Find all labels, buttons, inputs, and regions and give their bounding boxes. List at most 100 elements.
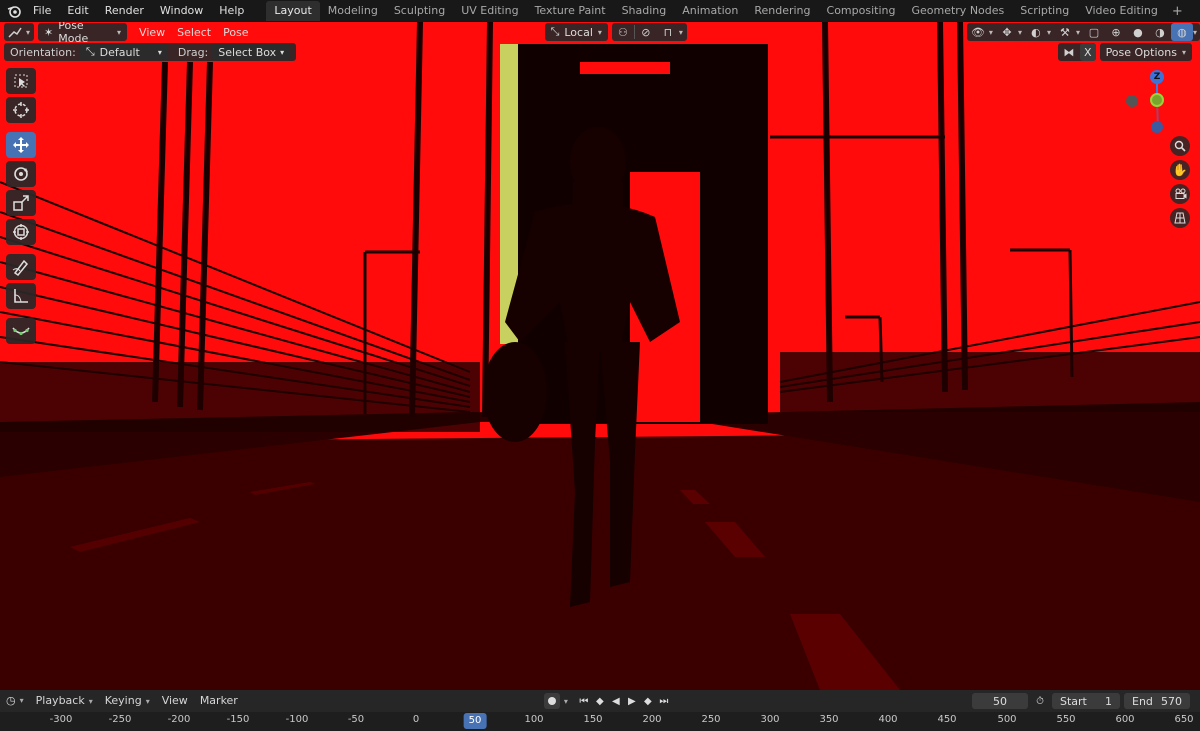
pose-overlay-icon[interactable]: ⚒ — [1054, 23, 1076, 41]
menu-timeline-view[interactable]: View — [156, 690, 194, 712]
move-icon[interactable] — [6, 132, 36, 158]
camera-view-icon[interactable] — [1170, 184, 1190, 204]
editor-type-dropdown[interactable]: ▾ — [4, 23, 35, 41]
pose-options-inner: Pose Options ▾ — [1100, 43, 1192, 61]
blender-logo-icon[interactable] — [3, 0, 25, 22]
prev-keyframe-icon[interactable]: ◆ — [592, 693, 608, 709]
select-box-icon[interactable] — [6, 68, 36, 94]
gizmo-neg-z-axis[interactable] — [1151, 121, 1163, 133]
gizmo-neg-x-axis[interactable] — [1126, 95, 1138, 107]
frame-range: 50 ⏱ Start 1 End 570 — [972, 693, 1190, 709]
menu-keying[interactable]: Keying ▾ — [99, 690, 156, 712]
gizmo-toggle-icon[interactable]: ✥ — [996, 23, 1018, 41]
jump-end-icon[interactable]: ⏭ — [656, 693, 672, 709]
mode-dropdown[interactable]: ✶ Pose Mode ▾ — [38, 22, 128, 45]
timeline-editor-type[interactable]: ◷ ▾ — [0, 690, 30, 712]
chevron-down-icon: ▾ — [678, 27, 683, 37]
menu-window[interactable]: Window — [152, 0, 211, 22]
ruler-tick: 100 — [524, 714, 544, 725]
rotate-icon[interactable] — [6, 161, 36, 187]
tab-shading[interactable]: Shading — [614, 1, 675, 21]
orientation-dropdown[interactable]: ⤡ Default ▾ — [79, 44, 168, 60]
stopwatch-icon[interactable]: ⏱ — [1032, 693, 1048, 709]
annotate-icon[interactable] — [6, 254, 36, 280]
workspace-tabs: Layout Modeling Sculpting UV Editing Tex… — [266, 0, 1188, 22]
chevron-down-icon: ▾ — [280, 47, 285, 57]
menu-pose[interactable]: Pose — [217, 23, 254, 41]
cursor-icon[interactable] — [6, 97, 36, 123]
play-icon[interactable]: ▶ — [624, 693, 640, 709]
play-reverse-icon[interactable]: ◀ — [608, 693, 624, 709]
timeline-ruler[interactable]: -300 -250 -200 -150 -100 -50 0 50 100 15… — [0, 712, 1200, 731]
pan-hand-icon[interactable]: ✋ — [1170, 160, 1190, 180]
shading-material-icon[interactable]: ◑ — [1149, 23, 1171, 41]
chevron-down-icon: ▾ — [157, 47, 162, 57]
menu-render[interactable]: Render — [97, 0, 152, 22]
viewport-header: ▾ ✶ Pose Mode ▾ View Select Pose ⤡ Local… — [0, 22, 1200, 45]
xray-toggle-icon[interactable]: ▢ — [1083, 23, 1105, 41]
chevron-down-icon: ▾ — [117, 27, 122, 37]
pose-options-dropdown[interactable]: Pose Options ▾ — [1099, 43, 1192, 61]
shading-rendered-icon[interactable]: ◍ — [1170, 23, 1193, 41]
menu-help[interactable]: Help — [211, 0, 252, 22]
tab-geometry-nodes[interactable]: Geometry Nodes — [903, 1, 1012, 21]
snap-toggle-icon[interactable]: ⊘ — [635, 23, 657, 41]
menu-view[interactable]: View — [133, 23, 171, 41]
current-frame-indicator[interactable]: 50 — [463, 713, 487, 729]
tab-layout[interactable]: Layout — [266, 1, 320, 21]
scene-render — [0, 22, 1200, 690]
tab-texture-paint[interactable]: Texture Paint — [527, 1, 614, 21]
add-workspace-button[interactable]: + — [1166, 4, 1189, 19]
chevron-down-icon: ▾ — [145, 697, 150, 706]
menu-edit[interactable]: Edit — [59, 0, 96, 22]
shading-wireframe-icon[interactable]: ⊕ — [1105, 23, 1127, 41]
ruler-tick: 500 — [997, 714, 1017, 725]
ruler-tick: 0 — [412, 714, 420, 725]
tab-uv-editing[interactable]: UV Editing — [453, 1, 526, 21]
start-frame-field[interactable]: Start 1 — [1052, 693, 1120, 709]
tab-rendering[interactable]: Rendering — [746, 1, 818, 21]
shading-solid-icon[interactable]: ● — [1127, 23, 1149, 41]
transform-orientation-dropdown[interactable]: ⤡ Local ▾ — [544, 23, 608, 41]
relax-pose-icon[interactable] — [6, 318, 36, 344]
measure-icon[interactable] — [6, 283, 36, 309]
selectability-visibility-icon[interactable]: 👁 — [967, 23, 989, 41]
zoom-icon[interactable] — [1170, 136, 1190, 156]
gizmo-z-axis[interactable]: Z — [1150, 70, 1164, 84]
drag-dropdown[interactable]: Select Box ▾ — [212, 44, 291, 60]
chevron-down-icon: ▾ — [988, 27, 993, 37]
chevron-down-icon: ▾ — [19, 696, 24, 705]
overlays-toggle-icon[interactable]: ◐ — [1025, 23, 1047, 41]
menu-marker[interactable]: Marker — [194, 690, 244, 712]
visibility-overlays-group: 👁 ▾ ✥ ▾ ◐ ▾ ⚒ ▾ ▢ ⊕ ● ◑ ◍ ▾ — [966, 23, 1200, 41]
pivot-point-icon[interactable]: ⚇ — [612, 23, 634, 41]
tab-sculpting[interactable]: Sculpting — [386, 1, 453, 21]
record-icon — [547, 697, 556, 705]
current-frame-field[interactable]: 50 — [972, 693, 1028, 709]
x-mirror-toggle[interactable]: X — [1080, 43, 1096, 61]
snap-target-icon[interactable]: ⊓ — [657, 23, 679, 41]
end-frame-field[interactable]: End 570 — [1124, 693, 1190, 709]
mirror-icon[interactable]: ⧓ — [1058, 43, 1080, 61]
chevron-down-icon: ▾ — [1181, 47, 1186, 57]
jump-start-icon[interactable]: ⏮ — [576, 693, 592, 709]
pose-mode-icon: ✶ — [44, 25, 54, 39]
navigation-gizmo[interactable]: Z — [1122, 70, 1192, 140]
drag-value: Select Box — [218, 45, 277, 59]
3d-viewport[interactable]: ▾ ✶ Pose Mode ▾ View Select Pose ⤡ Local… — [0, 22, 1200, 690]
menu-select[interactable]: Select — [171, 23, 217, 41]
auto-keying-toggle[interactable] — [543, 693, 560, 709]
perspective-toggle-icon[interactable] — [1170, 208, 1190, 228]
scale-icon[interactable] — [6, 190, 36, 216]
next-keyframe-icon[interactable]: ◆ — [640, 693, 656, 709]
chevron-down-icon: ▾ — [1046, 27, 1051, 37]
tab-animation[interactable]: Animation — [674, 1, 746, 21]
tab-video-editing[interactable]: Video Editing — [1077, 1, 1166, 21]
transform-icon[interactable] — [6, 219, 36, 245]
gizmo-y-axis[interactable] — [1150, 93, 1164, 107]
tab-modeling[interactable]: Modeling — [320, 1, 386, 21]
tab-scripting[interactable]: Scripting — [1012, 1, 1077, 21]
menu-playback[interactable]: Playback ▾ — [30, 690, 99, 712]
tab-compositing[interactable]: Compositing — [819, 1, 904, 21]
menu-file[interactable]: File — [25, 0, 59, 22]
